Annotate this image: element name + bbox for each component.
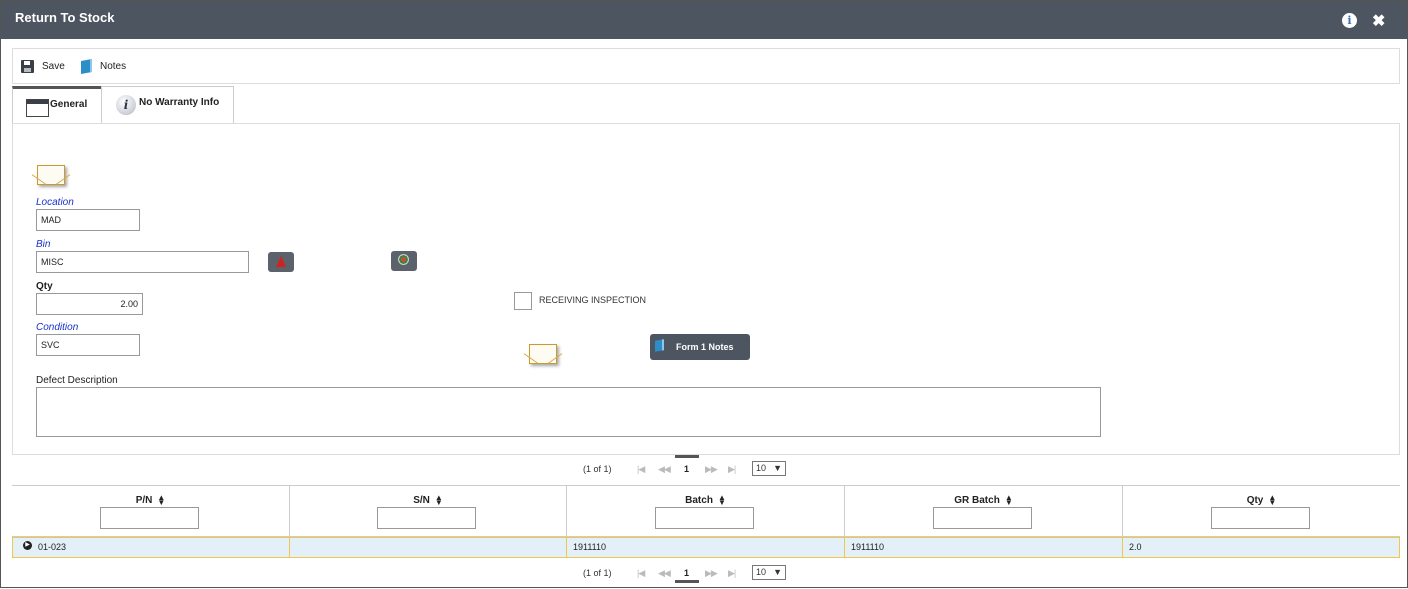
save-button[interactable]: Save [21, 60, 65, 73]
info-circle-icon: i [116, 95, 136, 115]
column-gr-batch-title[interactable]: GR Batch [954, 495, 1000, 506]
last-page-icon[interactable]: ▶| [728, 568, 736, 579]
save-icon [21, 60, 34, 73]
envelope-icon[interactable] [529, 344, 557, 364]
first-page-icon[interactable]: |◀ [637, 464, 645, 475]
gr-batch-filter-input[interactable] [933, 507, 1032, 529]
page-size-select[interactable]: 10 ▼ [752, 461, 786, 476]
last-page-icon[interactable]: ▶| [728, 464, 736, 475]
magnifier-icon [398, 254, 409, 265]
window-icon [26, 99, 49, 117]
row-expand-icon[interactable]: ▶ [23, 541, 32, 550]
close-icon[interactable]: ✖ [1372, 11, 1385, 31]
pager-summary: (1 of 1) [583, 464, 612, 474]
condition-label[interactable]: Condition [36, 322, 78, 333]
page-size-select[interactable]: 10 ▼ [752, 565, 786, 580]
general-panel: Location MAD Bin MISC Qty 2.00 RECEIVING… [12, 123, 1400, 455]
form1-notes-button[interactable]: Form 1 Notes [650, 334, 750, 360]
notes-button[interactable]: Notes [81, 59, 127, 74]
receiving-inspection-label: RECEIVING INSPECTION [539, 295, 647, 305]
column-batch[interactable]: Batch ▲ ▼ [567, 486, 845, 538]
current-page[interactable]: 1 [684, 464, 689, 474]
defect-description-textarea[interactable] [36, 387, 1101, 437]
column-batch-title[interactable]: Batch [685, 495, 713, 506]
sn-filter-input[interactable] [377, 507, 476, 529]
return-to-stock-window: Return To Stock i ✖ Save Notes General i… [0, 0, 1408, 588]
tab-general-label: General [50, 99, 88, 110]
column-gr-batch[interactable]: GR Batch ▲ ▼ [845, 486, 1123, 538]
title-bar: Return To Stock i ✖ [1, 1, 1407, 39]
sort-icon[interactable]: ▲ ▼ [157, 494, 165, 507]
next-page-icon[interactable]: ▶▶ [705, 568, 718, 579]
bin-lookup-button[interactable] [268, 252, 294, 272]
prev-page-icon[interactable]: ◀◀ [658, 464, 671, 475]
location-label[interactable]: Location [36, 197, 74, 208]
pager-summary: (1 of 1) [583, 568, 612, 578]
window-title: Return To Stock [15, 10, 115, 25]
bin-label[interactable]: Bin [36, 239, 50, 250]
column-sn[interactable]: S/N ▲ ▼ [290, 486, 567, 538]
chevron-down-icon: ▼ [773, 567, 782, 577]
batch-filter-input[interactable] [655, 507, 754, 529]
first-page-icon[interactable]: |◀ [637, 568, 645, 579]
next-page-icon[interactable]: ▶▶ [705, 464, 718, 475]
page-size-value: 10 [756, 463, 767, 473]
notes-icon [81, 59, 92, 74]
cell-qty[interactable]: 2.0 [1123, 538, 1399, 557]
column-pn-title[interactable]: P/N [136, 495, 153, 506]
column-qty[interactable]: Qty ▲ ▼ [1123, 486, 1400, 538]
location-field[interactable]: MAD [36, 209, 140, 231]
notes-icon [655, 339, 664, 352]
red-a-icon [276, 256, 286, 267]
pager-top: (1 of 1) |◀ ◀◀ 1 ▶▶ ▶| 10 ▼ [12, 455, 1400, 485]
sort-icon[interactable]: ▲ ▼ [435, 494, 443, 507]
pn-filter-input[interactable] [100, 507, 199, 529]
condition-field[interactable]: SVC [36, 334, 140, 356]
search-part-button[interactable] [391, 251, 417, 271]
page-size-value: 10 [756, 567, 767, 577]
pager-bottom: (1 of 1) |◀ ◀◀ 1 ▶▶ ▶| 10 ▼ [12, 559, 1400, 589]
notes-label: Notes [100, 61, 127, 72]
column-pn[interactable]: P/N ▲ ▼ [12, 486, 290, 538]
cell-gr-batch[interactable]: 1911110 [845, 538, 1123, 557]
column-qty-title[interactable]: Qty [1247, 495, 1264, 506]
column-sn-title[interactable]: S/N [413, 495, 430, 506]
bin-field[interactable]: MISC [36, 251, 249, 273]
cell-batch[interactable]: 1911110 [567, 538, 845, 557]
toolbar: Save Notes [12, 48, 1400, 84]
info-icon[interactable]: i [1342, 13, 1357, 28]
defect-description-label: Defect Description [36, 375, 118, 386]
chevron-down-icon: ▼ [773, 463, 782, 473]
save-label: Save [42, 61, 65, 72]
table-row[interactable]: ▶ 01-023 1911110 1911110 2.0 [12, 537, 1400, 558]
qty-filter-input[interactable] [1211, 507, 1310, 529]
prev-page-icon[interactable]: ◀◀ [658, 568, 671, 579]
grid-header: P/N ▲ ▼ S/N ▲ ▼ Batch ▲ ▼ GR Batch ▲ ▼ Qty ▲ ▼ [12, 485, 1400, 538]
cell-pn-value: 01-023 [38, 542, 67, 552]
tab-no-warranty-info[interactable]: i No Warranty Info [101, 86, 234, 124]
form1-notes-label: Form 1 Notes [676, 342, 734, 352]
receiving-inspection-checkbox[interactable] [514, 292, 532, 310]
qty-field[interactable]: 2.00 [36, 293, 143, 315]
current-page[interactable]: 1 [684, 568, 689, 578]
sort-icon[interactable]: ▲ ▼ [1268, 494, 1276, 507]
current-page-indicator [675, 580, 699, 583]
cell-pn[interactable]: ▶ 01-023 [13, 538, 290, 557]
sort-icon[interactable]: ▲ ▼ [1005, 494, 1013, 507]
qty-label: Qty [36, 281, 53, 292]
current-page-indicator [675, 455, 699, 458]
sort-icon[interactable]: ▲ ▼ [718, 494, 726, 507]
envelope-icon[interactable] [37, 165, 65, 185]
tab-general[interactable]: General [12, 86, 102, 124]
cell-sn[interactable] [290, 538, 567, 557]
tab-strip: General i No Warranty Info [12, 86, 1400, 124]
tab-no-warranty-info-label: No Warranty Info [139, 97, 220, 108]
